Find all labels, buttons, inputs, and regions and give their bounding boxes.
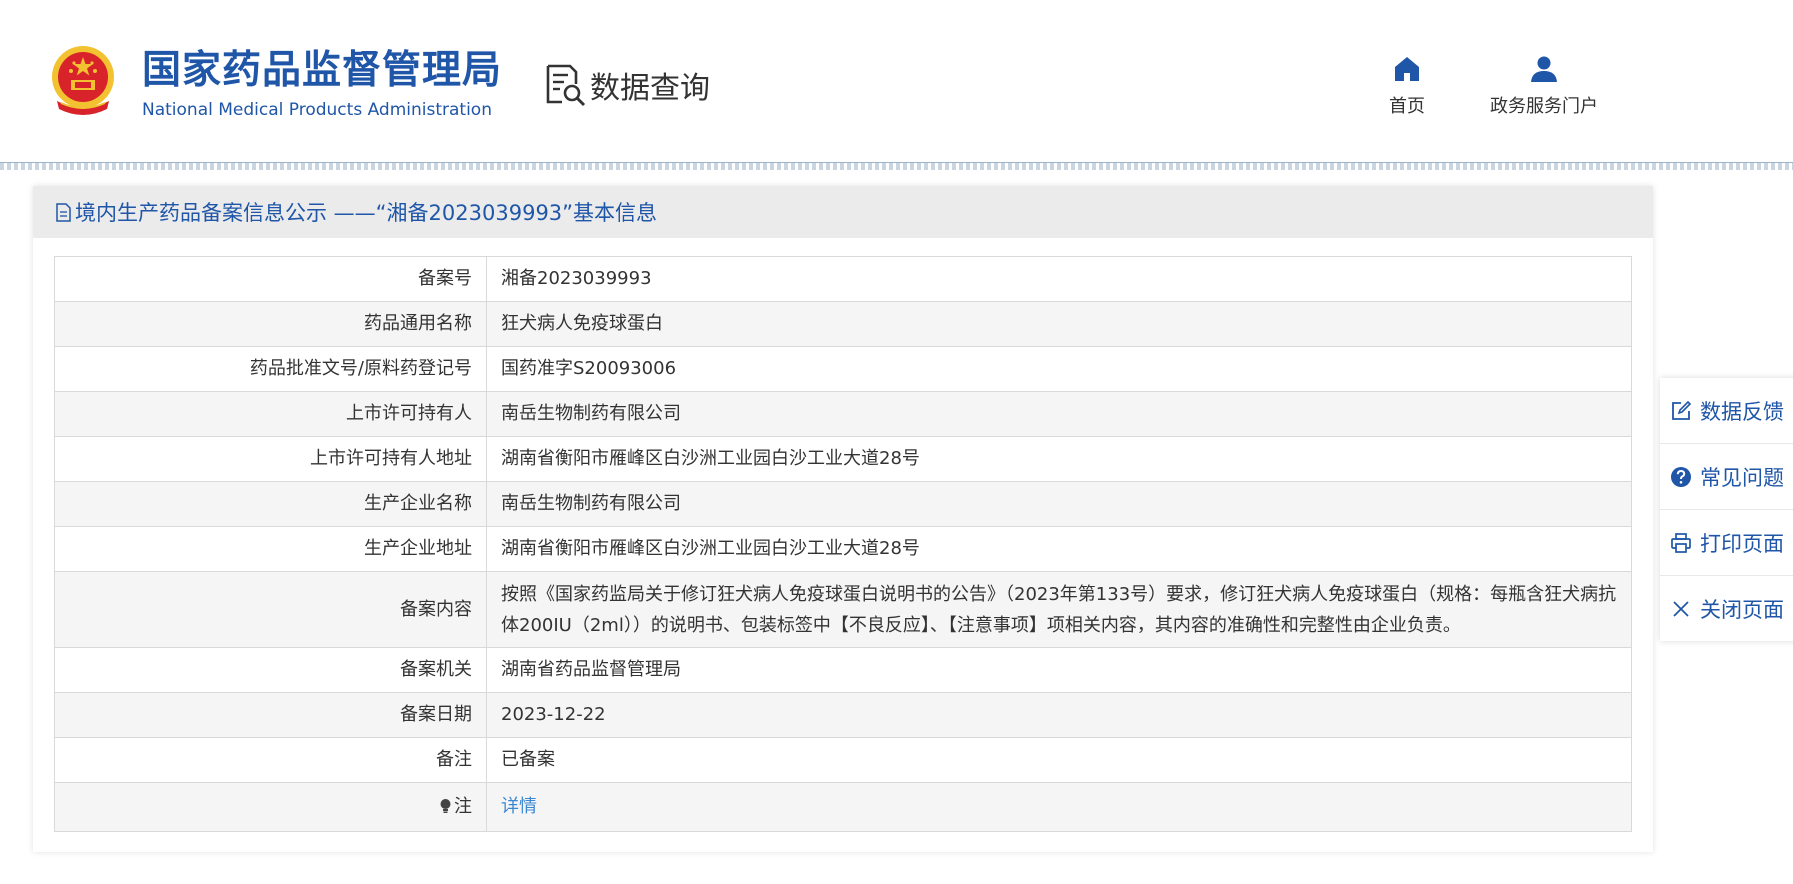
national-emblem-icon (52, 46, 114, 115)
float-menu: 数据反馈 常见问题 打印页面 关闭页面 (1660, 378, 1793, 641)
row-value: 湖南省药品监督管理局 (486, 647, 1632, 693)
print-button[interactable]: 打印页面 (1660, 510, 1793, 576)
row-label: 备案内容 (54, 571, 487, 648)
feedback-label: 数据反馈 (1700, 399, 1784, 424)
table-row: 备案日期 2023-12-22 (54, 692, 1632, 738)
data-query-label: 数据查询 (590, 71, 710, 106)
row-value: 按照《国家药监局关于修订狂犬病人免疫球蛋白说明书的公告》（2023年第133号）… (486, 571, 1632, 648)
table-row: 生产企业名称 南岳生物制药有限公司 (54, 481, 1632, 527)
home-icon (1395, 57, 1419, 81)
table-row: 药品批准文号/原料药登记号 国药准字S20093006 (54, 346, 1632, 392)
row-value: 国药准字S20093006 (486, 346, 1632, 392)
feedback-button[interactable]: 数据反馈 (1660, 378, 1793, 444)
row-label: 上市许可持有人 (54, 391, 487, 437)
header-divider (0, 162, 1793, 170)
note-label: 注 (454, 796, 472, 817)
row-label: 药品通用名称 (54, 301, 487, 347)
panel-title: 境内生产药品备案信息公示 ——“湘备2023039993”基本信息 (75, 201, 658, 225)
question-circle-icon (1671, 466, 1691, 487)
details-link[interactable]: 详情 (501, 796, 537, 817)
row-label: 生产企业地址 (54, 526, 487, 572)
faq-button[interactable]: 常见问题 (1660, 444, 1793, 510)
document-search-icon (546, 64, 586, 107)
row-label: 药品批准文号/原料药登记号 (54, 346, 487, 392)
nav-gov-portal-label: 政务服务门户 (1490, 96, 1598, 117)
table-row: 备案机关 湖南省药品监督管理局 (54, 647, 1632, 693)
row-value: 湖南省衡阳市雁峰区白沙洲工业园白沙工业大道28号 (486, 526, 1632, 572)
row-value: 已备案 (486, 737, 1632, 783)
document-icon (56, 202, 71, 222)
info-panel: 境内生产药品备案信息公示 ——“湘备2023039993”基本信息 备案号 湘备… (33, 186, 1653, 852)
info-table: 备案号 湘备2023039993 药品通用名称 狂犬病人免疫球蛋白 药品批准文号… (54, 256, 1632, 832)
table-row: 上市许可持有人 南岳生物制药有限公司 (54, 391, 1632, 437)
row-value: 详情 (486, 782, 1632, 832)
faq-label: 常见问题 (1700, 465, 1784, 490)
table-row: 上市许可持有人地址 湖南省衡阳市雁峰区白沙洲工业园白沙工业大道28号 (54, 436, 1632, 482)
row-value: 2023-12-22 (486, 692, 1632, 738)
table-row: 注 详情 (54, 782, 1632, 832)
close-page-button[interactable]: 关闭页面 (1660, 576, 1793, 641)
nav-gov-portal[interactable]: 政务服务门户 (1482, 54, 1606, 118)
row-value: 狂犬病人免疫球蛋白 (486, 301, 1632, 347)
bulb-icon (440, 799, 451, 813)
row-value: 湘备2023039993 (486, 256, 1632, 302)
edit-icon (1672, 400, 1692, 420)
panel-header: 境内生产药品备案信息公示 ——“湘备2023039993”基本信息 (33, 186, 1653, 238)
table-row: 备注 已备案 (54, 737, 1632, 783)
printer-icon (1671, 532, 1691, 553)
row-label: 上市许可持有人地址 (54, 436, 487, 482)
row-label: 备案号 (54, 256, 487, 302)
row-value: 南岳生物制药有限公司 (486, 481, 1632, 527)
close-icon (1673, 600, 1689, 617)
row-value: 南岳生物制药有限公司 (486, 391, 1632, 437)
row-label: 备案机关 (54, 647, 487, 693)
row-value: 湖南省衡阳市雁峰区白沙洲工业园白沙工业大道28号 (486, 436, 1632, 482)
nav-home-label: 首页 (1389, 96, 1425, 117)
table-row: 药品通用名称 狂犬病人免疫球蛋白 (54, 301, 1632, 347)
row-label: 备注 (54, 737, 487, 783)
table-row: 备案内容 按照《国家药监局关于修订狂犬病人免疫球蛋白说明书的公告》（2023年第… (54, 571, 1632, 648)
table-row: 生产企业地址 湖南省衡阳市雁峰区白沙洲工业园白沙工业大道28号 (54, 526, 1632, 572)
agency-name-en: National Medical Products Administration (142, 100, 492, 120)
nav-home[interactable]: 首页 (1385, 54, 1429, 118)
site-header: 国家药品监督管理局 National Medical Products Admi… (0, 0, 1793, 162)
close-page-label: 关闭页面 (1700, 597, 1784, 622)
user-icon (1531, 56, 1557, 82)
table-row: 备案号 湘备2023039993 (54, 256, 1632, 302)
row-label-note: 注 (54, 782, 487, 832)
data-query-title: 数据查询 (542, 60, 710, 110)
row-label: 备案日期 (54, 692, 487, 738)
agency-name-cn: 国家药品监督管理局 (142, 48, 503, 93)
row-label: 生产企业名称 (54, 481, 487, 527)
print-label: 打印页面 (1700, 531, 1784, 556)
